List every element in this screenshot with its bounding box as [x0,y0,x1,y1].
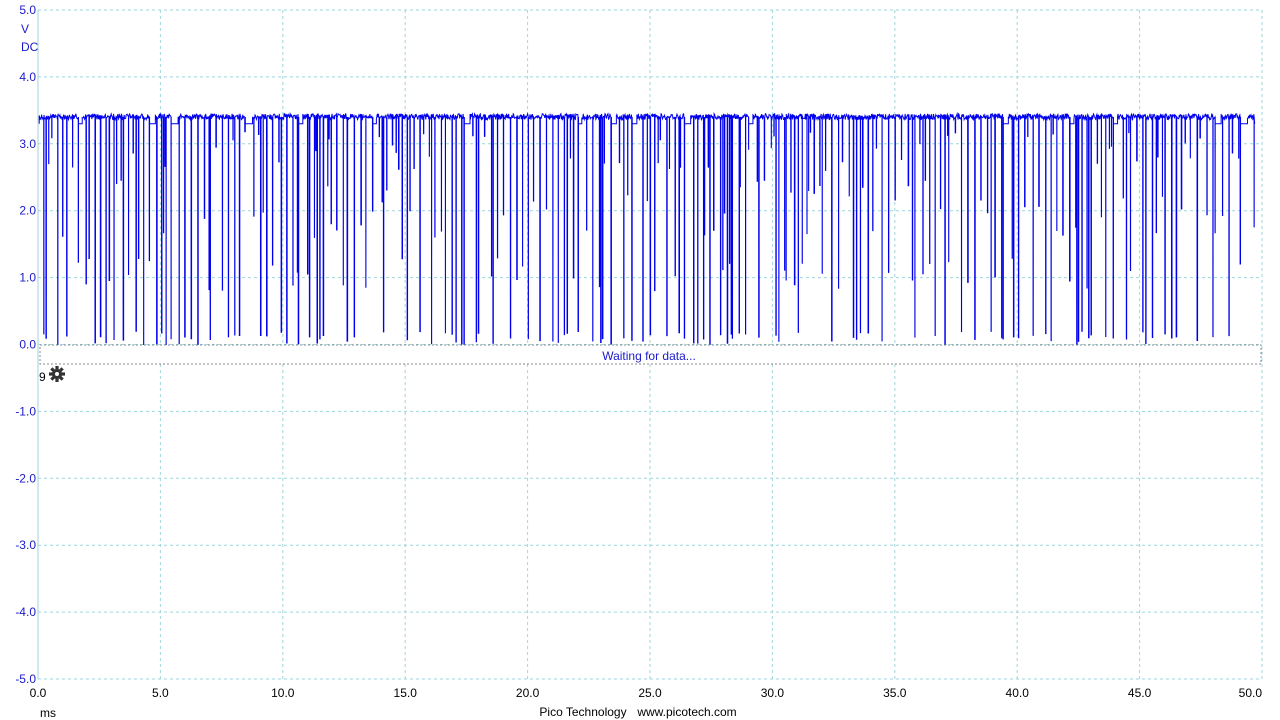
y-tick-label: 3.0 [19,137,36,151]
x-tick-label: 45.0 [1128,686,1152,700]
y-tick-label: 4.0 [19,70,36,84]
y-tick-label: -1.0 [15,404,36,418]
channel-label: 9 [39,370,46,384]
y-axis-ticks: 5.0 4.0 3.0 2.0 1.0 0.0 -1.0 -2.0 -3.0 -4.0 -5.0 [15,3,36,686]
x-tick-label: 10.0 [271,686,295,700]
y-tick-label: -2.0 [15,471,36,485]
x-tick-label: 30.0 [761,686,785,700]
footer-brand: Pico Technology [539,705,626,719]
y-tick-label: -4.0 [15,605,36,619]
y-tick-label: -3.0 [15,538,36,552]
x-tick-label: 5.0 [152,686,169,700]
y-tick-label: 5.0 [19,3,36,17]
y-tick-label: -5.0 [15,672,36,686]
y-axis-unit: V [21,22,29,36]
signal-trace [38,111,1256,345]
status-message: Waiting for data... [602,349,696,363]
x-tick-label: 25.0 [638,686,662,700]
x-tick-label: 50.0 [1239,686,1263,700]
footer-url[interactable]: www.picotech.com [636,705,736,719]
x-axis-unit: ms [40,706,56,720]
gear-icon[interactable] [49,366,65,382]
y-tick-label: 2.0 [19,204,36,218]
oscilloscope-view[interactable]: 5.0 4.0 3.0 2.0 1.0 0.0 -1.0 -2.0 -3.0 -4.0 -5.0 0… [0,0,1280,720]
x-tick-label: 20.0 [516,686,540,700]
x-tick-label: 0.0 [30,686,47,700]
y-tick-label: 0.0 [19,338,36,352]
y-axis-coupling: DC [21,40,39,54]
x-axis-ticks: 0.0 5.0 10.0 15.0 20.0 25.0 30.0 35.0 40.0 45.0 50… [30,686,1263,700]
x-tick-label: 40.0 [1006,686,1030,700]
x-tick-label: 35.0 [883,686,907,700]
y-tick-label: 1.0 [19,271,36,285]
x-tick-label: 15.0 [394,686,418,700]
